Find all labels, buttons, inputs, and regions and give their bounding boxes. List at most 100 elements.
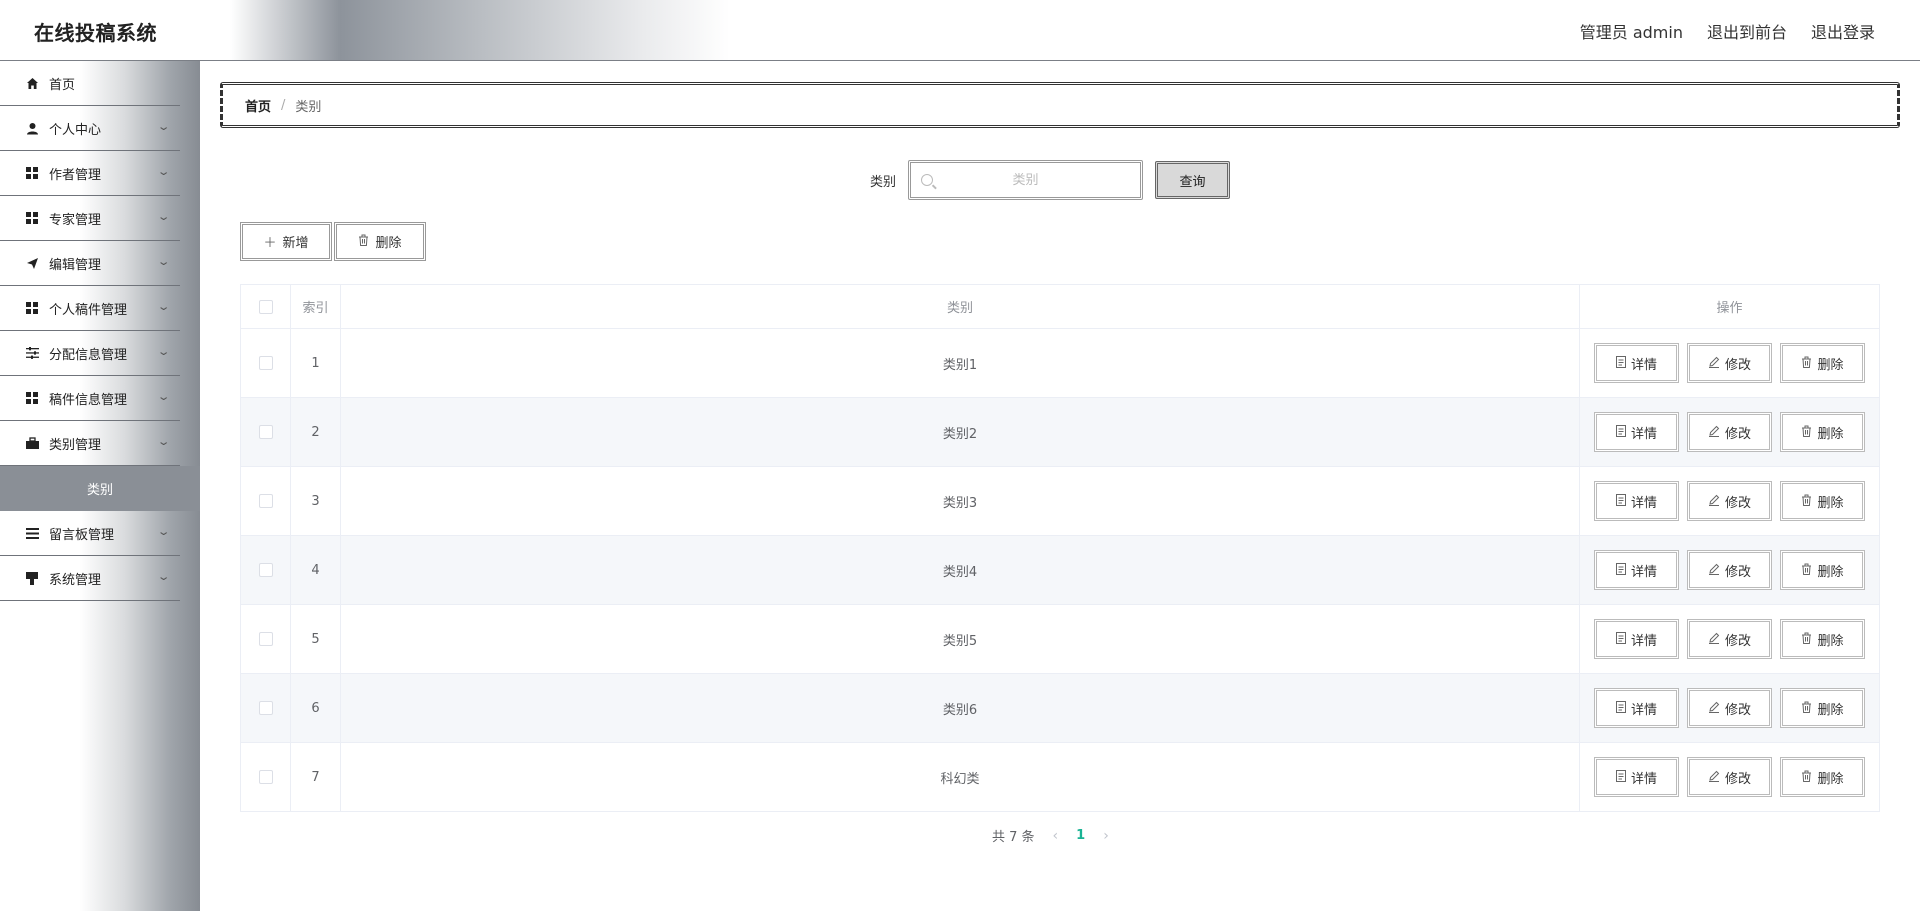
- edit-button[interactable]: 修改: [1687, 757, 1772, 797]
- row-ops: 详情 修改 删除: [1579, 466, 1880, 536]
- sidebar-item-system[interactable]: 系统管理 ⌄: [0, 556, 180, 601]
- table-row: 2 类别2 详情 修改 删除: [240, 397, 1880, 467]
- sidebar-item-category-management[interactable]: 类别管理 ⌄: [0, 421, 180, 466]
- row-checkbox[interactable]: [258, 770, 273, 784]
- row-select-cell: [240, 604, 291, 674]
- sidebar-item-label: 分配信息管理: [49, 347, 128, 363]
- grid-icon: [25, 166, 39, 180]
- detail-button[interactable]: 详情: [1594, 550, 1679, 590]
- row-category: 科幻类: [340, 742, 1580, 812]
- category-table: 索引 类别 操作 1 类别1 详情 修改 删除 2 类别2 详情 修改 删除 3 类别3 详情 修改 删除 4…: [240, 284, 1880, 812]
- row-select-cell: [240, 397, 291, 467]
- sidebar-item-label: 稿件信息管理: [49, 392, 128, 408]
- action-bar: ＋ 新增 删除: [240, 222, 426, 261]
- sidebar-item-manuscript-info[interactable]: 稿件信息管理 ⌄: [0, 376, 180, 421]
- row-ops: 详情 修改 删除: [1579, 673, 1880, 743]
- detail-button[interactable]: 详情: [1594, 619, 1679, 659]
- query-button[interactable]: 查询: [1155, 161, 1231, 199]
- delete-label: 删除: [1817, 771, 1844, 787]
- sidebar-item-expert[interactable]: 专家管理 ⌄: [0, 196, 180, 241]
- current-user[interactable]: 管理员 admin: [1580, 19, 1683, 43]
- row-delete-button[interactable]: 删除: [1780, 757, 1865, 797]
- sidebar-item-label: 编辑管理: [49, 257, 102, 273]
- detail-button[interactable]: 详情: [1594, 343, 1679, 383]
- row-delete-button[interactable]: 删除: [1780, 343, 1865, 383]
- batch-delete-button[interactable]: 删除: [334, 222, 426, 261]
- sidebar-item-author[interactable]: 作者管理 ⌄: [0, 151, 180, 196]
- sidebar: 首页 个人中心 ⌄ 作者管理 ⌄ 专家管理 ⌄ 编辑管理 ⌄ 个人稿件管理 ⌄: [0, 61, 200, 911]
- row-ops: 详情 修改 删除: [1579, 742, 1880, 812]
- row-ops: 详情 修改 删除: [1579, 604, 1880, 674]
- detail-label: 详情: [1630, 702, 1657, 718]
- sidebar-item-personal-center[interactable]: 个人中心 ⌄: [0, 106, 180, 151]
- edit-label: 修改: [1724, 564, 1751, 580]
- trash-icon: [1801, 425, 1812, 440]
- edit-button[interactable]: 修改: [1687, 412, 1772, 452]
- sidebar-item-editor[interactable]: 编辑管理 ⌄: [0, 241, 180, 286]
- next-page-icon[interactable]: ›: [1103, 828, 1109, 844]
- suitcase-icon: [25, 436, 39, 450]
- add-button[interactable]: ＋ 新增: [240, 222, 332, 261]
- trash-icon: [1801, 770, 1812, 785]
- breadcrumb-home[interactable]: 首页: [245, 96, 271, 115]
- row-index: 7: [290, 742, 341, 812]
- delete-label: 删除: [1817, 426, 1844, 442]
- search-input[interactable]: [945, 172, 1106, 188]
- row-checkbox[interactable]: [258, 701, 273, 715]
- row-checkbox[interactable]: [258, 356, 273, 370]
- page-number[interactable]: 1: [1076, 828, 1085, 843]
- detail-label: 详情: [1630, 633, 1657, 649]
- detail-button[interactable]: 详情: [1594, 757, 1679, 797]
- sidebar-item-personal-manuscript[interactable]: 个人稿件管理 ⌄: [0, 286, 180, 331]
- detail-button[interactable]: 详情: [1594, 412, 1679, 452]
- row-ops: 详情 修改 删除: [1579, 397, 1880, 467]
- row-delete-button[interactable]: 删除: [1780, 619, 1865, 659]
- row-checkbox[interactable]: [258, 425, 273, 439]
- edit-button[interactable]: 修改: [1687, 688, 1772, 728]
- row-index: 1: [290, 328, 341, 398]
- edit-button[interactable]: 修改: [1687, 619, 1772, 659]
- row-checkbox[interactable]: [258, 632, 273, 646]
- row-select-cell: [240, 466, 291, 536]
- exit-to-front-link[interactable]: 退出到前台: [1707, 19, 1787, 43]
- logout-link[interactable]: 退出登录: [1811, 19, 1875, 43]
- sidebar-item-label: 类别管理: [49, 437, 102, 453]
- edit-button[interactable]: 修改: [1687, 343, 1772, 383]
- chevron-down-icon: ⌄: [156, 525, 171, 538]
- edit-button[interactable]: 修改: [1687, 481, 1772, 521]
- sidebar-item-assignment[interactable]: 分配信息管理 ⌄: [0, 331, 180, 376]
- breadcrumb-current: 类别: [295, 99, 322, 115]
- row-delete-button[interactable]: 删除: [1780, 481, 1865, 521]
- row-category: 类别1: [340, 328, 1580, 398]
- row-delete-button[interactable]: 删除: [1780, 550, 1865, 590]
- edit-button[interactable]: 修改: [1687, 550, 1772, 590]
- sidebar-item-label: 作者管理: [49, 167, 102, 183]
- detail-button[interactable]: 详情: [1594, 688, 1679, 728]
- prev-page-icon[interactable]: ‹: [1053, 828, 1059, 844]
- chevron-up-icon: ⌄: [156, 435, 171, 448]
- edit-icon: [1708, 425, 1720, 440]
- row-index: 5: [290, 604, 341, 674]
- row-delete-button[interactable]: 删除: [1780, 412, 1865, 452]
- select-all-checkbox[interactable]: [258, 299, 273, 314]
- edit-icon: [1708, 563, 1720, 578]
- total-count: 共 7 条: [992, 830, 1035, 845]
- edit-icon: [1708, 356, 1720, 371]
- table-row: 3 类别3 详情 修改 删除: [240, 466, 1880, 536]
- search-box: [908, 160, 1144, 200]
- sidebar-item-home[interactable]: 首页: [0, 61, 180, 106]
- row-checkbox[interactable]: [258, 563, 273, 577]
- delete-label: 删除: [1817, 495, 1844, 511]
- sidebar-item-message-board[interactable]: 留言板管理 ⌄: [0, 511, 180, 556]
- row-checkbox[interactable]: [258, 494, 273, 508]
- row-delete-button[interactable]: 删除: [1780, 688, 1865, 728]
- sidebar-subitem-category[interactable]: 类别: [0, 466, 200, 511]
- edit-label: 修改: [1724, 357, 1751, 373]
- search-icon: [921, 174, 934, 186]
- row-select-cell: [240, 673, 291, 743]
- chevron-down-icon: ⌄: [156, 255, 171, 268]
- detail-label: 详情: [1630, 564, 1657, 580]
- document-icon: [1615, 355, 1626, 371]
- menu-icon: [25, 526, 39, 540]
- detail-button[interactable]: 详情: [1594, 481, 1679, 521]
